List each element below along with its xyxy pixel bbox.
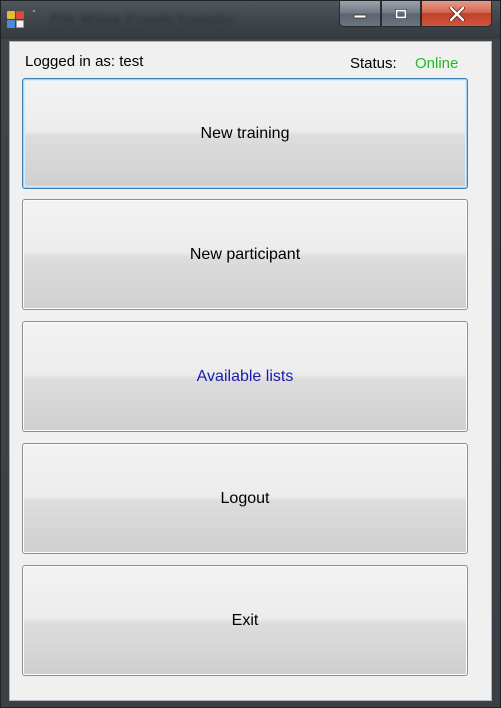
app-window: Plik Widok Projekt Kompilu ` Logged in a… (0, 0, 501, 708)
main-panel: Logged in as: test Status: Online New tr… (9, 41, 492, 701)
new-training-label: New training (200, 124, 290, 142)
window-title: ` (32, 8, 36, 22)
new-participant-button[interactable]: New participant (22, 199, 468, 310)
title-bar[interactable]: Plik Widok Projekt Kompilu ` (1, 1, 500, 39)
exit-button[interactable]: Exit (22, 565, 468, 676)
status-value: Online (415, 55, 459, 72)
background-menu-text: Plik Widok Projekt Kompilu (51, 11, 233, 26)
close-icon (448, 6, 465, 21)
logout-button[interactable]: Logout (22, 443, 468, 554)
maximize-icon (395, 8, 407, 19)
status-label: Status: (350, 55, 397, 72)
minimize-button[interactable] (339, 1, 381, 27)
available-lists-label: Available lists (196, 367, 294, 385)
minimize-icon (353, 14, 367, 18)
exit-label: Exit (231, 611, 259, 629)
close-button[interactable] (421, 1, 492, 27)
new-participant-label: New participant (189, 245, 301, 263)
new-training-button[interactable]: New training (22, 78, 468, 189)
window-controls (339, 1, 492, 29)
logged-in-label: Logged in as: test (25, 53, 144, 70)
maximize-button[interactable] (381, 1, 421, 27)
logout-label: Logout (220, 489, 270, 507)
app-icon[interactable] (7, 11, 25, 29)
available-lists-button[interactable]: Available lists (22, 321, 468, 432)
